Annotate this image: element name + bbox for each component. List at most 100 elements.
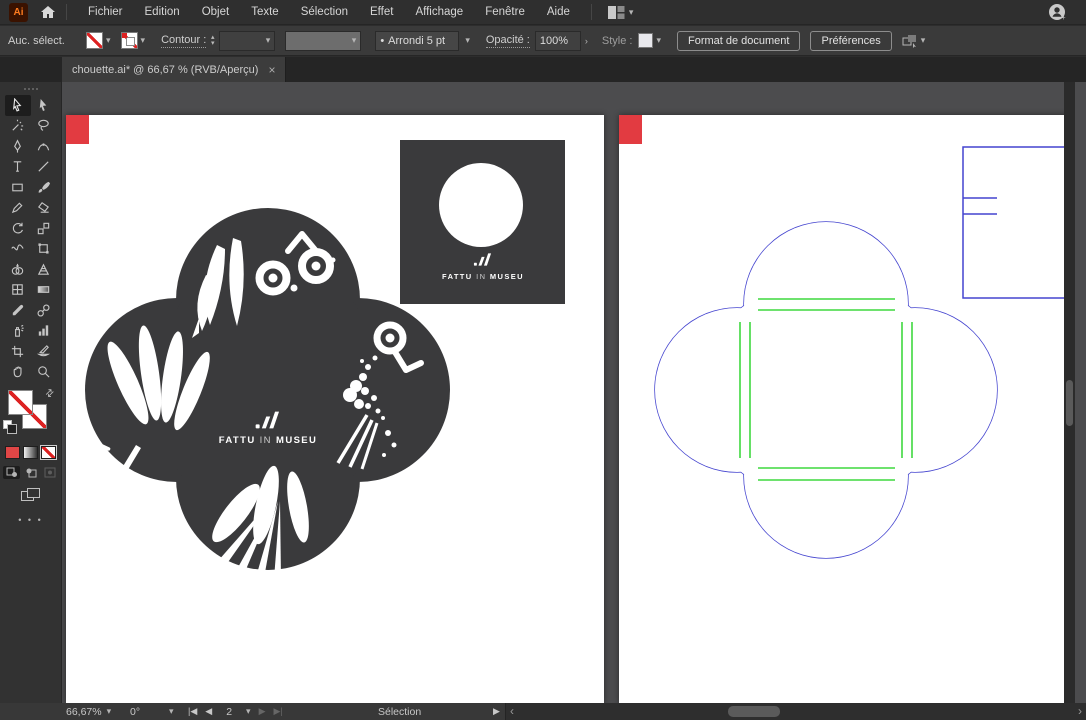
eyedropper-tool[interactable] [5,300,31,321]
chevron-down-icon[interactable]: ▾ [106,35,111,46]
first-artboard-button[interactable]: |◀ [188,706,197,717]
stroke-weight-dropdown[interactable]: ▾ [219,31,275,51]
document-tab-title: chouette.ai* @ 66,67 % (RVB/Aperçu) [72,64,258,76]
artboard-marker[interactable] [619,115,642,144]
home-icon[interactable] [40,5,56,19]
draw-behind-mode[interactable] [22,466,39,479]
menu-fenetre[interactable]: Fenêtre [474,6,536,18]
logo-word-in: IN [476,272,486,281]
menu-effet[interactable]: Effet [359,6,404,18]
stroke-weight-label[interactable]: Contour : [161,34,206,48]
menu-objet[interactable]: Objet [191,6,241,18]
edit-toolbar-button[interactable]: • • • [0,515,61,525]
scale-tool[interactable] [31,218,57,239]
zoom-level-dropdown[interactable]: 66,67% ▾ [66,703,111,720]
selection-tool[interactable] [5,95,31,116]
horizontal-scrollbar[interactable]: ‹ › [505,703,1086,720]
shape-builder-tool[interactable] [5,259,31,280]
pen-tool[interactable] [5,136,31,157]
draw-normal-mode[interactable] [3,466,20,479]
opacity-value-field[interactable]: 100% [535,31,581,51]
artboard-marker[interactable] [66,115,89,144]
chevron-down-icon[interactable]: ▾ [246,706,251,717]
slice-tool[interactable] [31,341,57,362]
stroke-color-swatch[interactable] [121,32,138,49]
rotate-tool[interactable] [5,218,31,239]
dieline-artwork[interactable] [619,115,1072,703]
play-icon: ▶ [493,706,500,717]
logo-word-in: IN [260,435,272,446]
document-setup-button[interactable]: Format de document [677,31,801,51]
fill-color-swatch[interactable] [86,32,103,49]
none-button[interactable] [41,446,56,459]
menu-edition[interactable]: Edition [134,6,191,18]
vertical-scrollbar-thumb[interactable] [1066,380,1073,426]
preferences-button[interactable]: Préférences [810,31,891,51]
pencil-tool[interactable] [5,198,31,219]
stroke-weight-stepper[interactable]: ▴ ▾ [206,31,219,51]
chevron-right-icon[interactable]: › [581,36,592,46]
lasso-tool[interactable] [31,116,57,137]
zoom-tool[interactable] [31,362,57,383]
brand-logo[interactable]: FATTU IN MUSEU [198,410,338,446]
gradient-button[interactable] [23,446,38,459]
line-segment-tool[interactable] [31,157,57,178]
direct-selection-tool[interactable] [31,95,57,116]
fill-proxy-swatch[interactable] [8,390,33,415]
artboard-number-field[interactable]: 2 [220,706,238,718]
brush-definition-dropdown[interactable]: • Arrondi 5 pt [375,31,459,51]
workspace-switcher[interactable]: ▾ [608,6,634,19]
panel-grip[interactable] [0,85,61,93]
chevron-down-icon[interactable]: ▾ [656,35,661,46]
scroll-right-icon[interactable]: › [1078,704,1082,718]
menu-texte[interactable]: Texte [240,6,290,18]
swap-fill-stroke-icon[interactable]: ⇄ [43,387,57,401]
scroll-left-icon[interactable]: ‹ [510,704,514,718]
canvas[interactable]: FATTU IN MUSEU [62,82,1075,703]
curvature-tool[interactable] [31,136,57,157]
menu-affichage[interactable]: Affichage [404,6,474,18]
rectangle-tool[interactable] [5,177,31,198]
artboard-2 [619,115,1072,703]
isolate-selection-control[interactable]: ▾ [902,34,926,48]
column-graph-tool[interactable] [31,321,57,342]
rotation-dropdown[interactable]: 0° ▾ [130,703,174,720]
vertical-scrollbar[interactable] [1064,82,1075,703]
symbol-sprayer-tool[interactable] [5,321,31,342]
hand-tool[interactable] [5,362,31,383]
artboard-tool[interactable] [5,341,31,362]
perspective-grid-tool[interactable] [31,259,57,280]
stepper-down[interactable]: ▾ [211,41,215,47]
default-fill-stroke-icon[interactable] [3,420,12,429]
chevron-down-icon: ▾ [169,706,174,717]
menu-aide[interactable]: Aide [536,6,581,18]
free-transform-tool[interactable] [31,239,57,260]
chevron-down-icon: ▾ [629,7,634,18]
horizontal-scrollbar-thumb[interactable] [728,706,780,717]
document-tab[interactable]: chouette.ai* @ 66,67 % (RVB/Aperçu) × [62,57,286,82]
gradient-tool[interactable] [31,280,57,301]
chevron-down-icon[interactable]: ▾ [141,35,146,46]
chevron-down-icon[interactable]: ▾ [461,35,474,46]
status-indicator[interactable]: Sélection [378,703,421,720]
menu-selection[interactable]: Sélection [290,6,359,18]
eraser-tool[interactable] [31,198,57,219]
menu-fichier[interactable]: Fichier [77,6,134,18]
card-artwork[interactable]: FATTU IN MUSEU [400,140,565,304]
paintbrush-tool[interactable] [31,177,57,198]
mesh-tool[interactable] [5,280,31,301]
logo-word-fattu: FATTU [442,272,473,281]
account-icon[interactable]: + [1048,3,1066,26]
close-icon[interactable]: × [268,63,275,77]
graphic-style-swatch[interactable] [638,33,653,48]
type-tool[interactable] [5,157,31,178]
magic-wand-tool[interactable] [5,116,31,137]
last-artboard-button: ▶| [273,706,282,717]
width-tool[interactable] [5,239,31,260]
status-expand-button[interactable]: ▶ [493,703,500,720]
color-button[interactable] [5,446,20,459]
screen-mode-button[interactable] [21,488,41,503]
opacity-label[interactable]: Opacité : [486,34,530,48]
blend-tool[interactable] [31,300,57,321]
previous-artboard-button[interactable]: ◀ [205,706,212,717]
